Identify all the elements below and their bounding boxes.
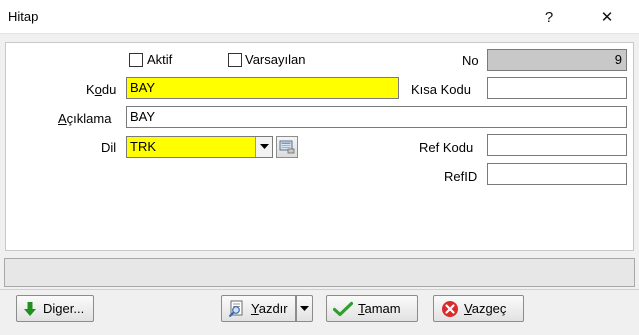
tamam-label: Tamam [358, 301, 401, 316]
aciklama-label-part: çıklama [66, 111, 112, 126]
chevron-down-icon [259, 144, 269, 149]
diger-label-part: Di [43, 301, 56, 316]
help-icon: ? [544, 8, 554, 26]
ref-id-label: RefID [444, 169, 478, 184]
diger-label-part: er... [62, 301, 85, 316]
close-icon: ✕ [600, 9, 614, 26]
yazdir-label-part: azdır [258, 301, 288, 316]
kodu-value: BAY [130, 80, 156, 95]
yazdir-dropdown-button[interactable] [296, 295, 313, 322]
lookup-icon [279, 140, 295, 154]
ref-kodu-label: Ref Kodu [419, 140, 474, 155]
kodu-input[interactable]: BAY [126, 77, 399, 99]
no-label: No [462, 53, 479, 68]
varsayilan-checkbox[interactable] [228, 53, 242, 67]
aktif-checkbox[interactable] [129, 53, 143, 67]
vazgec-label-part: azgeç [471, 301, 507, 316]
cancel-icon [441, 300, 459, 318]
aciklama-label: Açıklama [58, 111, 111, 126]
kisa-kodu-input[interactable] [487, 77, 627, 99]
close-button[interactable]: ✕ [584, 0, 630, 34]
yazdir-label-mnemonic: Y [251, 301, 259, 316]
help-button[interactable]: ? [526, 0, 572, 34]
ref-kodu-input[interactable] [487, 134, 627, 156]
no-value: 9 [614, 52, 622, 67]
dil-select[interactable]: TRK [126, 136, 273, 158]
status-bar [4, 258, 635, 287]
diger-label-mnemonic: g [55, 301, 63, 316]
yazdir-button[interactable]: Yazdır [221, 295, 296, 322]
diger-label: Diger... [43, 301, 84, 316]
varsayilan-label: Varsayılan [245, 52, 306, 67]
print-preview-icon [228, 300, 246, 318]
aciklama-label-mnemonic: A [58, 111, 67, 126]
vazgec-button[interactable]: Vazgeç [433, 295, 524, 322]
dil-lookup-button[interactable] [276, 136, 298, 158]
arrow-down-icon [23, 301, 37, 317]
window-title: Hitap [8, 9, 39, 24]
dil-value: TRK [130, 139, 156, 154]
tamam-button[interactable]: Tamam [326, 295, 418, 322]
yazdir-label: Yazdır [251, 301, 288, 316]
vazgec-label: Vazgeç [464, 301, 506, 316]
no-field: 9 [487, 49, 627, 71]
ref-id-input[interactable] [487, 163, 627, 185]
kodu-label: Kodu [86, 82, 116, 97]
aciklama-input[interactable]: BAY [126, 106, 627, 128]
title-bar: Hitap ? ✕ [0, 0, 639, 34]
tamam-label-part: amam [364, 301, 401, 316]
aktif-label: Aktif [147, 52, 173, 67]
footer-divider [0, 289, 639, 290]
vazgec-label-mnemonic: V [464, 301, 472, 316]
kodu-label-mnemonic: o [94, 82, 102, 97]
kodu-label-part: K [86, 82, 95, 97]
kisa-kodu-label: Kısa Kodu [411, 82, 471, 97]
checkmark-icon [333, 301, 353, 317]
diger-button[interactable]: Diger... [16, 295, 94, 322]
chevron-down-icon [300, 305, 309, 311]
kodu-label-part: du [101, 82, 117, 97]
dil-label: Dil [101, 140, 117, 155]
dil-dropdown-button[interactable] [255, 137, 272, 157]
aciklama-value: BAY [130, 109, 156, 124]
